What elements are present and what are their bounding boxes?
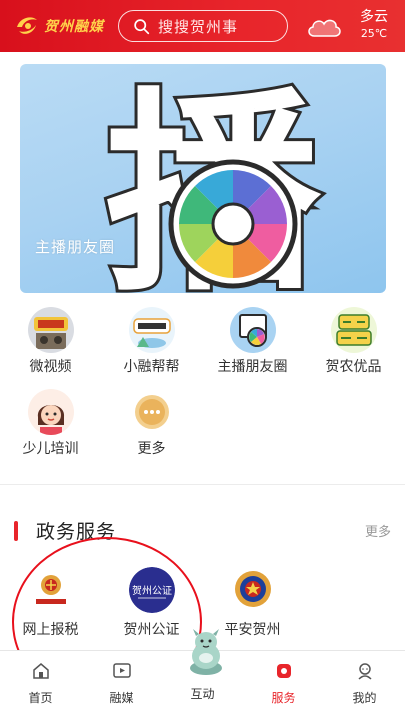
- tab-label: 服务: [271, 691, 296, 705]
- tab-label: 互动: [190, 687, 215, 701]
- weather-temperature: 25℃: [360, 27, 388, 40]
- search-icon: [134, 18, 150, 34]
- quick-link-label: 少儿培训: [22, 441, 79, 457]
- more-dots-icon: [129, 389, 175, 435]
- quick-link-anchor-circle[interactable]: 主播朋友圈: [202, 307, 303, 377]
- search-placeholder: 搜搜贺州事: [158, 17, 239, 36]
- logo-text: 贺州融媒: [44, 19, 104, 35]
- aperture-icon: [168, 159, 298, 289]
- section-title: 政务服务: [36, 521, 117, 543]
- tax-emblem-icon: [27, 567, 74, 613]
- cloud-icon: [308, 19, 341, 37]
- profile-icon: [357, 663, 372, 680]
- tab-home[interactable]: 首页: [0, 651, 81, 710]
- app-logo[interactable]: 贺州融媒: [14, 10, 114, 42]
- quick-link-label: 贺农优品: [325, 359, 382, 375]
- quick-link-label: 更多: [137, 441, 166, 457]
- section-divider: [0, 484, 405, 485]
- banner-caption: 主播朋友圈: [35, 238, 116, 256]
- tab-media[interactable]: 融媒: [81, 651, 162, 710]
- police-emblem-icon: [229, 567, 276, 613]
- quick-link-kids-training[interactable]: 少儿培训: [0, 389, 101, 459]
- service-icon: [276, 664, 291, 678]
- kids-training-icon: [27, 389, 74, 435]
- section-accent-bar: [14, 521, 18, 541]
- quick-link-label: 微视频: [29, 359, 72, 375]
- notary-icon: 贺州公证: [128, 567, 175, 613]
- quick-link-label: 小融帮帮: [123, 359, 180, 375]
- quick-link-hecnong-products[interactable]: 贺农优品: [303, 307, 404, 377]
- weather-condition: 多云: [360, 9, 388, 25]
- tab-label: 融媒: [109, 691, 134, 705]
- hecnong-products-icon: [330, 307, 377, 353]
- quick-link-micro-video[interactable]: 微视频: [0, 307, 101, 377]
- quick-link-xiaorong-helper[interactable]: 小融帮帮: [101, 307, 202, 377]
- media-icon: [112, 663, 131, 678]
- banner-artwork: 播: [102, 66, 325, 293]
- weather-widget[interactable]: 多云 25℃: [350, 8, 398, 42]
- home-icon: [32, 663, 49, 679]
- top-header: 贺州融媒 搜搜贺州事 多云 25℃: [0, 0, 405, 52]
- section-more-link[interactable]: 更多: [365, 521, 391, 540]
- xiaorong-helper-icon: [128, 307, 175, 353]
- banner-carousel[interactable]: 播 主播朋友圈: [20, 64, 386, 293]
- search-bar[interactable]: 搜搜贺州事: [118, 10, 288, 42]
- main-content: 播 主播朋友圈: [0, 52, 405, 707]
- gov-item-online-tax[interactable]: 网上报税: [0, 567, 101, 639]
- micro-video-icon: [27, 307, 74, 353]
- anchor-circle-icon: [229, 307, 276, 353]
- quick-link-label: 主播朋友圈: [217, 359, 288, 375]
- tab-label: 我的: [352, 691, 377, 705]
- app-screen: 贺州融媒 搜搜贺州事 多云 25℃ 播: [0, 0, 405, 710]
- logo-mark-icon: [17, 17, 37, 34]
- interact-mascot-icon[interactable]: [182, 626, 230, 676]
- tab-label: 首页: [28, 691, 53, 705]
- quick-link-more[interactable]: 更多: [101, 389, 202, 459]
- gov-item-label: 网上报税: [22, 622, 79, 638]
- notary-badge-text: 贺州公证: [132, 585, 172, 597]
- tab-service[interactable]: 服务: [243, 651, 324, 710]
- tab-profile[interactable]: 我的: [324, 651, 405, 710]
